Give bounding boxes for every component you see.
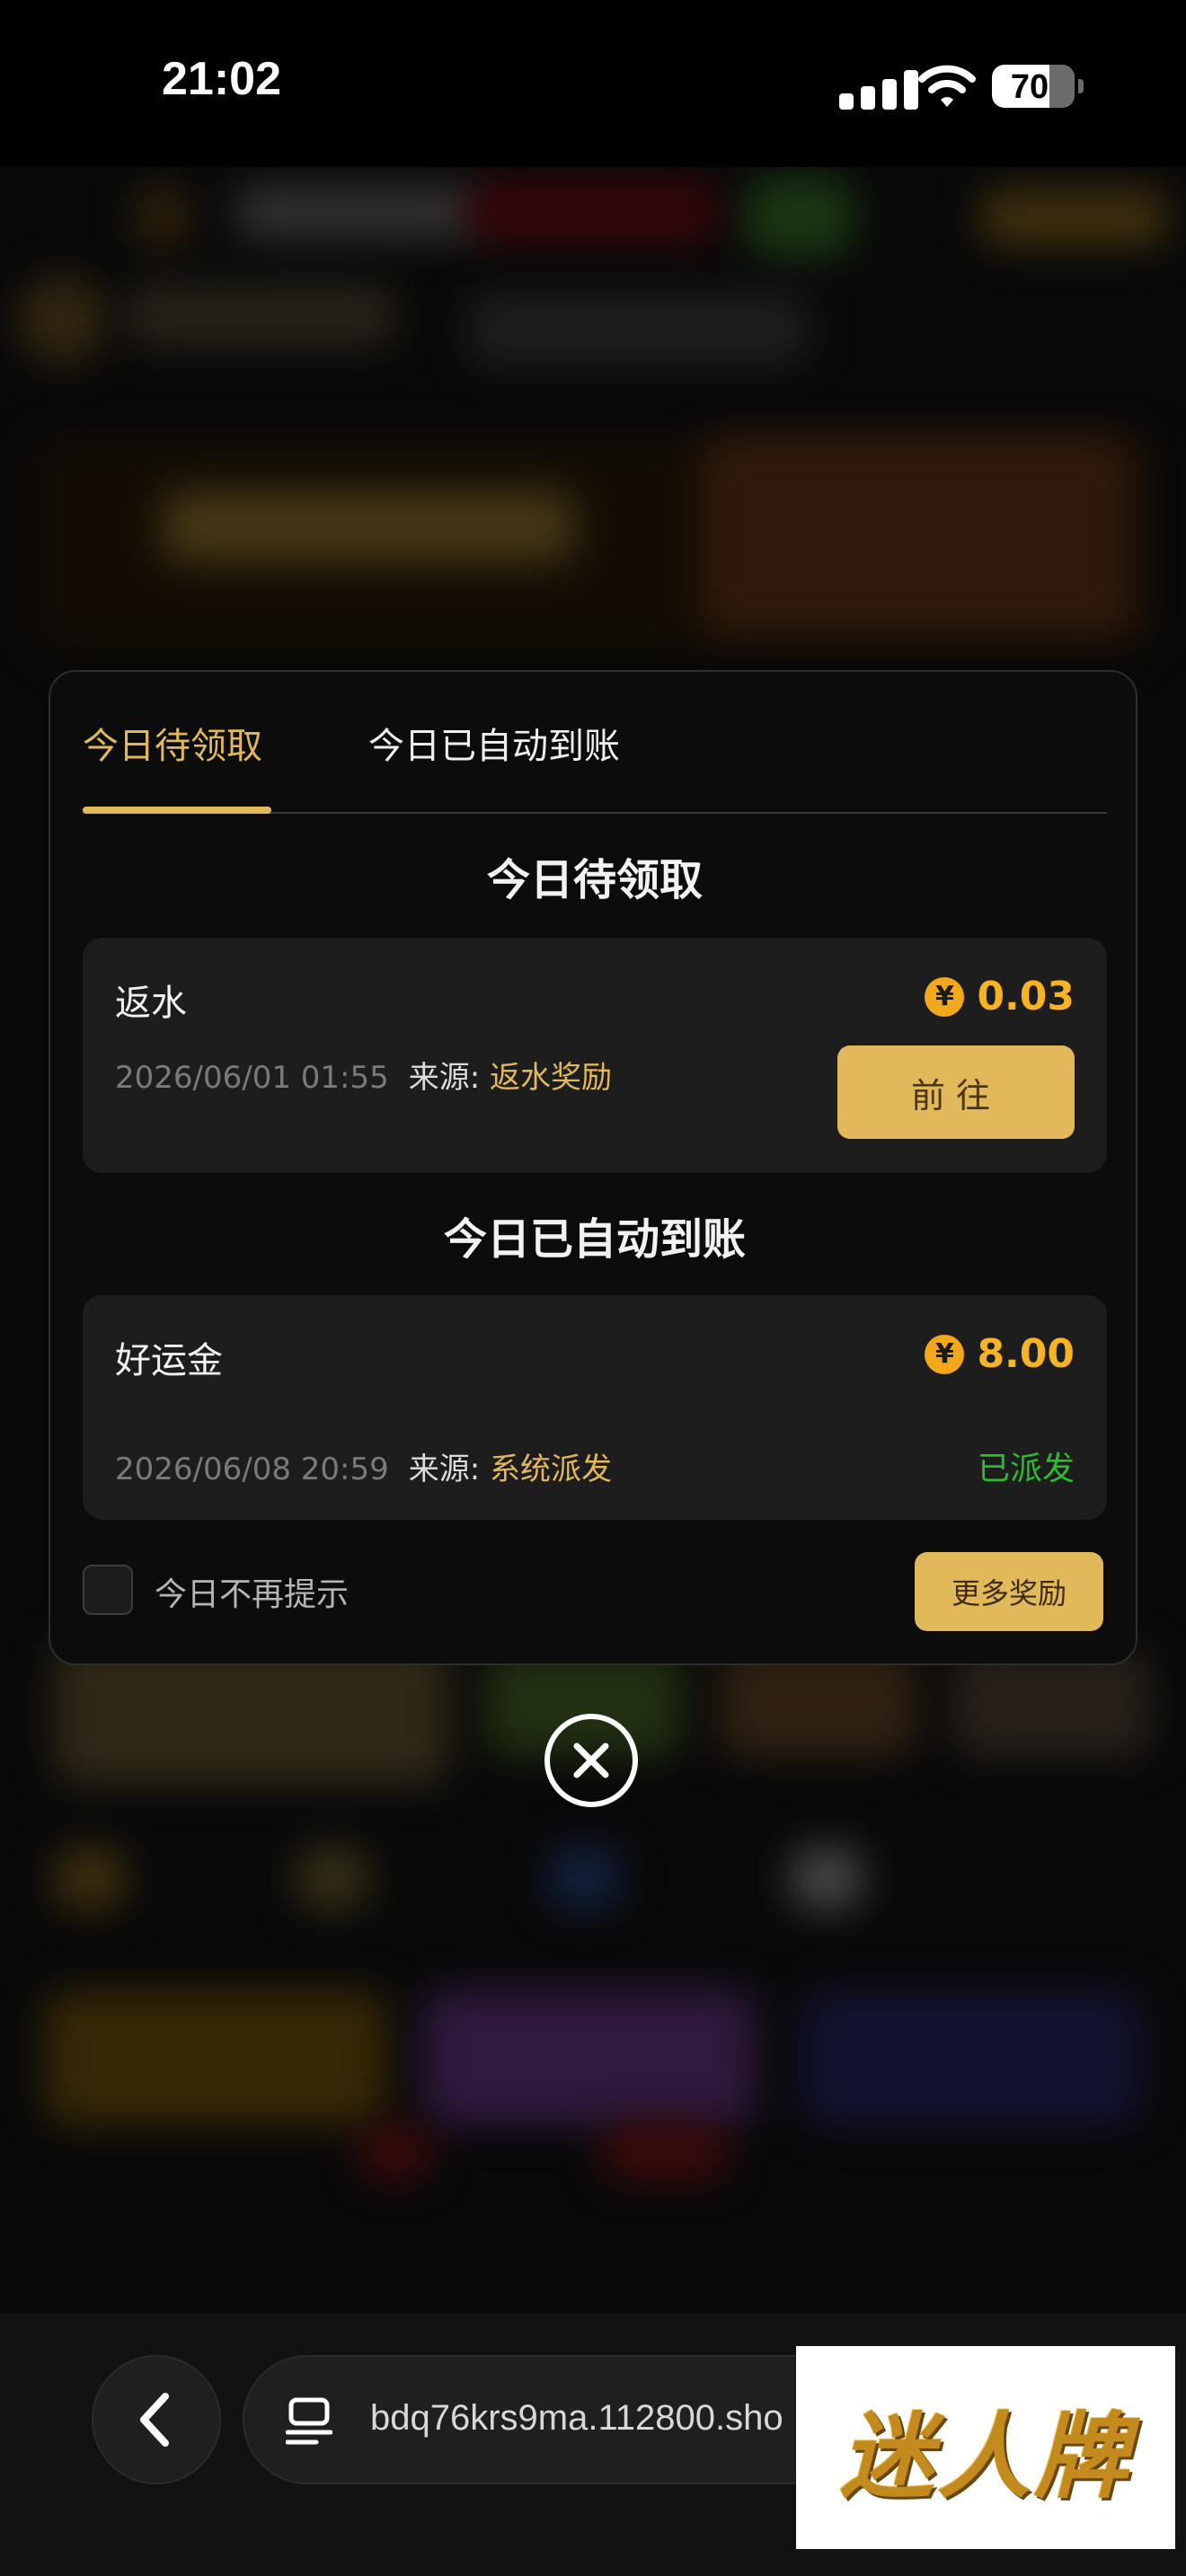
rewards-modal: 今日待领取 今日已自动到账 今日待领取 返水 ¥ 0.03 2026/06/01… (49, 670, 1137, 1665)
dont-show-today-label[interactable]: 今日不再提示 (155, 1568, 349, 1615)
close-icon (573, 1742, 609, 1778)
battery-percent: 70 (1010, 68, 1049, 106)
reward-amount: ¥ 0.03 (925, 974, 1075, 1019)
pending-section-title: 今日待领取 (486, 855, 703, 905)
coin-icon: ¥ (925, 976, 965, 1017)
auto-section-title: 今日已自动到账 (443, 1214, 746, 1265)
dispatch-status: 已派发 (977, 1451, 1075, 1487)
tab-page-icon (286, 2397, 332, 2445)
screen: 21:02 70 今日待领取 今日已自动到账 今日待领取 返水 ¥ 0.03 2… (0, 0, 1186, 2576)
battery-icon: 70 (992, 65, 1084, 108)
reward-name: 返水 (115, 983, 187, 1024)
chevron-left-icon (140, 2393, 169, 2447)
reward-meta: 2026/06/01 01:55 来源: 返水奖励 (115, 1053, 612, 1097)
wifi-icon (918, 65, 976, 107)
auto-reward-card: 好运金 ¥ 8.00 2026/06/08 20:59 来源: 系统派发 已派发 (83, 1295, 1107, 1520)
amount-value: 0.03 (977, 974, 1075, 1019)
reward-meta: 2026/06/08 20:59 来源: 系统派发 (115, 1444, 612, 1488)
reward-date: 2026/06/01 01:55 (115, 1060, 389, 1096)
watermark-logo: 迷人牌 (796, 2346, 1175, 2549)
go-button[interactable]: 前往 (837, 1045, 1075, 1139)
reward-date: 2026/06/08 20:59 (115, 1451, 389, 1487)
coin-icon: ¥ (925, 1334, 965, 1374)
active-tab-indicator (83, 807, 271, 814)
source-label: 来源: (408, 1060, 481, 1096)
browser-back-button[interactable] (92, 2355, 221, 2484)
reward-amount: ¥ 8.00 (925, 1331, 1075, 1377)
close-modal-button[interactable] (544, 1714, 638, 1807)
tab-pending[interactable]: 今日待领取 (83, 717, 262, 769)
dont-show-today-checkbox[interactable] (83, 1565, 133, 1615)
more-rewards-button[interactable]: 更多奖励 (915, 1552, 1103, 1631)
status-time: 21:02 (162, 53, 281, 105)
tab-auto-credited[interactable]: 今日已自动到账 (368, 717, 620, 769)
source-value: 返水奖励 (490, 1060, 613, 1096)
watermark-text: 迷人牌 (839, 2400, 1131, 2511)
url-text: bdq76krs9ma.112800.sho (370, 2398, 783, 2438)
modal-tabs: 今日待领取 今日已自动到账 (83, 672, 1107, 814)
source-label: 来源: (408, 1451, 481, 1487)
source-value: 系统派发 (490, 1451, 613, 1487)
reward-name: 好运金 (115, 1340, 223, 1381)
pending-reward-card: 返水 ¥ 0.03 2026/06/01 01:55 来源: 返水奖励 前往 (83, 938, 1107, 1173)
amount-value: 8.00 (977, 1331, 1075, 1377)
status-bar: 21:02 70 (0, 0, 1186, 167)
